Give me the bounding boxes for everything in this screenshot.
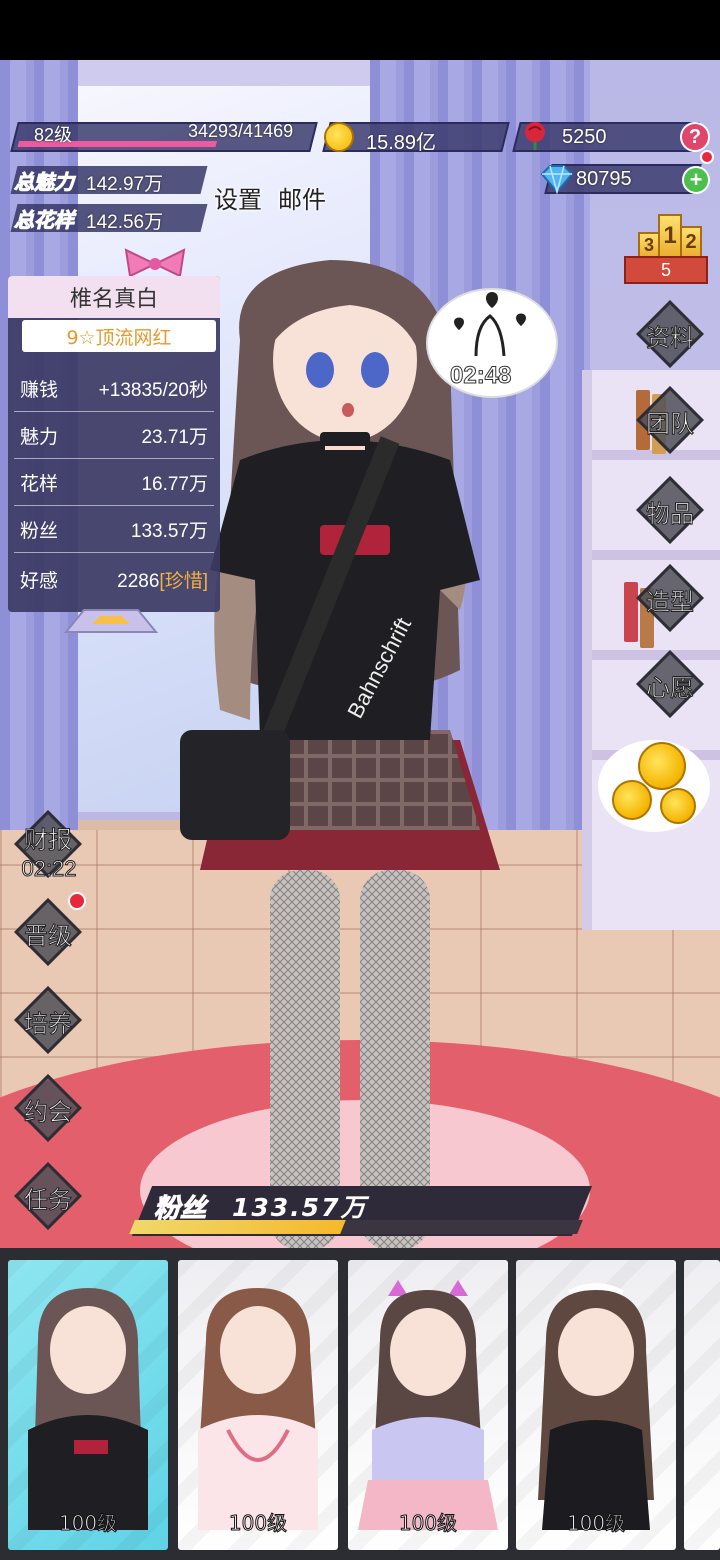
exp-label: 34293/41469 (188, 121, 294, 141)
status-bar (0, 0, 720, 60)
ribbon-bow-icon (124, 248, 186, 278)
menu-label: 资料 (646, 324, 695, 353)
add-gems-icon[interactable]: + (682, 166, 710, 194)
promote-button[interactable]: 晋级 (14, 898, 82, 966)
fans-progress-bar: 粉丝 133.57万 (128, 1182, 593, 1240)
menu-label: 培养 (24, 1010, 73, 1039)
menu-label: 心愿 (646, 674, 695, 703)
train-button[interactable]: 培养 (14, 986, 82, 1054)
coin-icon (638, 742, 686, 790)
podium-first: 1 (658, 214, 682, 258)
bubble-timer: 02:48 (449, 362, 512, 390)
stat-value: +13835/20秒 (98, 380, 208, 401)
date-button[interactable]: 约会 (14, 1074, 82, 1142)
roster-level: 100级 (398, 1511, 458, 1536)
coin-icon (660, 788, 696, 824)
finance-timer: 02:22 (21, 856, 77, 882)
stat-value: 2286[珍惜] (117, 566, 208, 593)
coin-collect-button[interactable] (598, 740, 710, 832)
fans-label: 粉丝 (153, 1194, 207, 1225)
total-style-label: 总花样 (14, 210, 75, 233)
affection-value: 2286 (117, 570, 160, 592)
coin-amount: 15.89亿 (366, 132, 437, 154)
roster-card[interactable]: 100级 (348, 1260, 508, 1550)
roster-card[interactable]: 100级 (8, 1260, 168, 1550)
roster-card[interactable]: 100级 (516, 1260, 676, 1550)
roster-level: 100级 (566, 1511, 626, 1536)
character-thumbnail (358, 1280, 498, 1530)
collapse-panel-icon[interactable] (62, 604, 160, 634)
coin-icon (612, 780, 652, 820)
menu-label: 造型 (646, 588, 695, 617)
roster-card-partial[interactable] (684, 1260, 720, 1550)
character-thumbnail (198, 1288, 318, 1530)
mail-link[interactable]: 邮件 (278, 180, 326, 215)
roster-level: 100级 (228, 1511, 288, 1536)
stat-value: 23.71万 (141, 427, 208, 448)
menu-label: 团队 (646, 410, 695, 439)
coin-icon (324, 122, 354, 152)
character-roster: 100级 100级 100级 100级 (0, 1248, 720, 1560)
menu-label: 任务 (24, 1186, 73, 1215)
window-frame (70, 60, 390, 86)
menu-label: 晋级 (24, 922, 73, 951)
fans-value: 133.57万 (232, 1193, 368, 1222)
stat-row-earnings: 赚钱 +13835/20秒 (14, 366, 214, 412)
level-label: 82级 (34, 125, 73, 145)
stat-label: 花样 (20, 473, 59, 495)
menu-team-button[interactable]: 团队 (636, 386, 704, 454)
roster-card[interactable]: 100级 (178, 1260, 338, 1550)
stat-label: 赚钱 (20, 379, 59, 401)
menu-wish-button[interactable]: 心愿 (636, 650, 704, 718)
rank-number: 5 (624, 256, 708, 284)
stat-row-affection: 好感 2286[珍惜] (14, 556, 214, 602)
stat-label: 粉丝 (20, 520, 59, 542)
character-title: 9☆顶流网红 (22, 320, 216, 352)
heart-gesture-icon (454, 292, 526, 357)
menu-label: 物品 (646, 500, 695, 529)
rose-amount: 5250 (562, 126, 607, 148)
help-icon[interactable]: ? (680, 122, 710, 152)
character-name: 椎名真白 (8, 276, 220, 318)
stat-row-charm: 魅力 23.71万 (14, 413, 214, 459)
podium-third: 3 (638, 232, 660, 258)
diamond-gem-icon (540, 165, 574, 194)
rose-icon (525, 122, 545, 150)
stat-label: 魅力 (20, 426, 59, 448)
ranking-podium[interactable]: 3 1 2 5 (620, 204, 712, 286)
menu-profile-button[interactable]: 资料 (636, 300, 704, 368)
total-charm-value: 142.97万 (86, 174, 164, 195)
settings-link[interactable]: 设置 (214, 180, 262, 215)
podium-second: 2 (680, 226, 702, 258)
character-profile-panel: 椎名真白 9☆顶流网红 赚钱 +13835/20秒 魅力 23.71万 花样 1… (8, 276, 220, 612)
tasks-button[interactable]: 任务 (14, 1162, 82, 1230)
stat-value: 133.57万 (130, 521, 208, 542)
stat-row-fans: 粉丝 133.57万 (14, 507, 214, 553)
total-style-value: 142.56万 (86, 212, 164, 233)
menu-label: 财报 (24, 826, 73, 855)
character-thumbnail (538, 1283, 654, 1530)
affection-bracket-close: ] (202, 570, 208, 592)
gem-amount: 80795 (576, 168, 632, 190)
menu-styling-button[interactable]: 造型 (636, 564, 704, 632)
notification-dot (700, 150, 714, 164)
menu-label: 约会 (24, 1098, 73, 1127)
stat-value: 16.77万 (141, 474, 208, 495)
roster-level: 100级 (58, 1511, 118, 1536)
affection-state: 珍惜 (164, 570, 203, 592)
stat-row-style: 花样 16.77万 (14, 460, 214, 506)
stat-label: 好感 (20, 569, 59, 592)
total-charm-label: 总魅力 (14, 172, 75, 195)
character-thumbnail (28, 1288, 148, 1530)
menu-items-button[interactable]: 物品 (636, 476, 704, 544)
